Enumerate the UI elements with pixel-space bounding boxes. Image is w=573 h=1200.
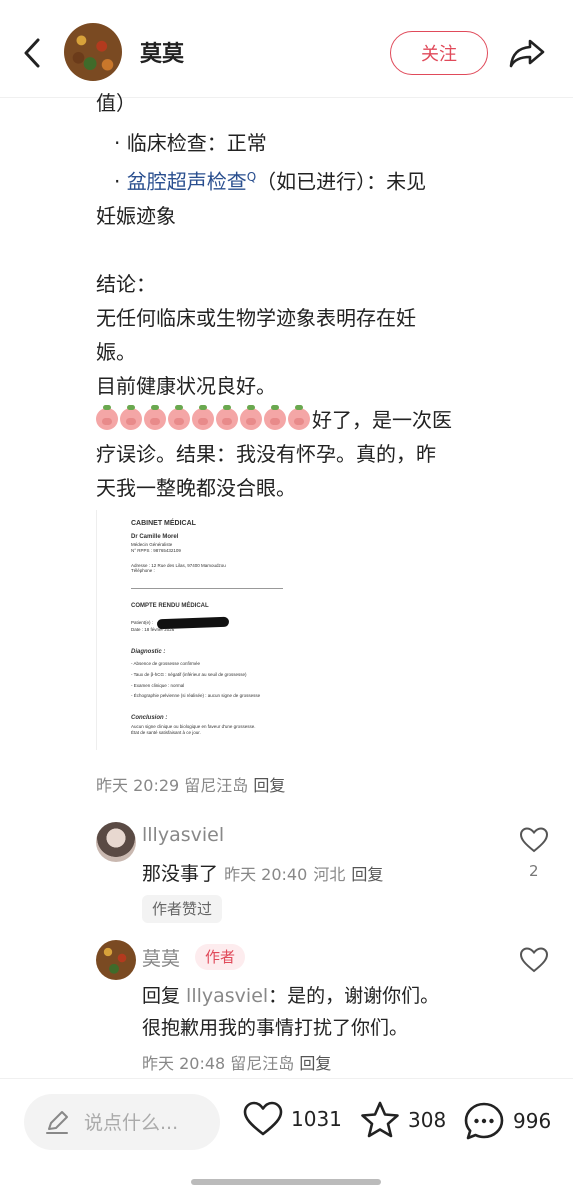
comment-time: 昨天 20:48 (142, 1054, 226, 1073)
post-line: 妊娠迹象 (96, 203, 176, 228)
search-link[interactable]: 盆腔超声检查 (127, 170, 247, 194)
author-badge: 作者 (195, 944, 246, 970)
comment-text-line2: 很抱歉用我的事情打扰了你们。 (142, 1017, 409, 1039)
comment-input-placeholder: 说点什么... (84, 1112, 179, 1134)
doc-address: Adresse : 12 Rue des Lilas, 97400 Mamoud… (131, 563, 331, 573)
comment-time: 昨天 20:40 (224, 865, 308, 884)
pig-emoji-icon (96, 404, 118, 430)
comment-reply-link[interactable]: 回复 (351, 865, 383, 884)
pig-emoji-icon (120, 404, 142, 430)
like-button[interactable]: 1031 (243, 1101, 342, 1137)
comment-text: 那没事了 昨天 20:40 河北 回复 (142, 858, 383, 891)
comment-body: 那没事了 (142, 863, 219, 885)
post-line: 娠。 (96, 339, 136, 364)
doc-phone: Téléphone : (131, 568, 155, 573)
doc-conclusion-text: Aucun signe clinique ou biologique en fa… (131, 724, 256, 729)
commenter-name[interactable]: lllyasviel (142, 824, 224, 846)
collect-button[interactable]: 308 (360, 1101, 446, 1139)
pig-emoji-icon (192, 404, 214, 430)
search-icon[interactable]: Q (247, 170, 256, 184)
comment-bubble-icon (464, 1102, 504, 1140)
reply-prefix: 回复 (142, 985, 187, 1007)
comment-text: 回复 lllyasviel：是的，谢谢你们。 (142, 980, 439, 1012)
pen-icon (46, 1111, 68, 1134)
comment-location: 河北 (313, 865, 346, 884)
home-indicator[interactable] (191, 1179, 381, 1185)
doc-cabinet: CABINET MÉDICAL (131, 520, 196, 527)
post-line: 无任何临床或生物学迹象表明存在妊 (96, 305, 416, 330)
post-bullet: · 临床检查：正常 (114, 131, 267, 155)
comment-body: ：是的，谢谢你们。 (268, 985, 440, 1007)
mention-link[interactable]: lllyasviel (186, 985, 268, 1007)
like-count: 1031 (291, 1107, 342, 1131)
comment-like-heart-icon[interactable] (519, 826, 549, 854)
pig-emoji-icon (240, 404, 262, 430)
post-line: 目前健康状况良好。 (96, 373, 276, 398)
commenter-name[interactable]: 莫莫 (142, 944, 180, 971)
doc-item: - Taux de β-hCG : négatif (inférieur au … (131, 672, 247, 677)
share-icon[interactable] (508, 36, 546, 70)
bullet-text: （如已进行）：未见 (256, 169, 427, 194)
reaction-text: 好了，是一次医 (312, 407, 452, 432)
pig-emoji-icon (168, 404, 190, 430)
pig-emoji-icon (288, 404, 310, 430)
medical-report-image[interactable]: CABINET MÉDICAL Dr Camille Morel Médecin… (96, 510, 368, 750)
post-time: 昨天 20:29 (96, 776, 180, 795)
author-name[interactable]: 莫莫 (140, 36, 184, 68)
comment-location: 留尼汪岛 (230, 1054, 295, 1073)
comment-like-heart-icon[interactable] (519, 946, 549, 974)
doc-conclusion: Conclusion : (131, 715, 168, 721)
doc-date: Date : 18 février 2026 (131, 627, 175, 632)
post-line: 疗误诊。结果：我没有怀孕。真的，昨 (96, 441, 436, 466)
post-location: 留尼汪岛 (184, 776, 249, 795)
post-line: 天我一整晚都没合眼。 (96, 475, 296, 500)
star-icon (361, 1101, 399, 1138)
heart-icon (243, 1101, 283, 1136)
doc-conclusion-text: État de santé satisfaisant à ce jour. (131, 730, 201, 735)
doc-patient: Patient(e) : (131, 620, 154, 625)
doc-item: - Examen clinique : normal (131, 683, 185, 688)
bullet-prefix: · (114, 169, 127, 194)
doc-item: - Échographie pelvienne (si réalisée) : … (131, 693, 261, 698)
doc-rpps: N° RPPS : 98765432109 (131, 548, 181, 553)
doc-diagnostic: Diagnostic : (131, 649, 166, 655)
doc-divider (131, 588, 283, 589)
author-liked-badge: 作者赞过 (142, 895, 223, 923)
follow-button[interactable]: 关注 (390, 31, 488, 75)
comment-meta: 昨天 20:48 留尼汪岛 回复 (142, 1050, 331, 1074)
collect-count: 308 (408, 1108, 447, 1132)
doc-item: - Absence de grossesse confirmée (131, 661, 201, 666)
pig-emoji-icon (144, 404, 166, 430)
bottom-action-bar: 说点什么... 1031 308 996 (0, 1078, 573, 1200)
conclusion-heading: 结论： (96, 271, 156, 296)
comment-count: 996 (513, 1109, 552, 1133)
post-body: 值） · 临床检查：正常 · 盆腔超声检查Q（如已进行）：未见 妊娠迹象 结论：… (96, 92, 536, 505)
doc-specialty: Médecin Généraliste (131, 542, 173, 547)
post-bullet: · 盆腔超声检查Q（如已进行）：未见 (96, 160, 536, 199)
pig-emoji-icon (264, 404, 286, 430)
doc-doctor: Dr Camille Morel (131, 534, 179, 540)
post-reply-link[interactable]: 回复 (253, 776, 285, 795)
back-arrow-icon[interactable] (18, 36, 48, 70)
pig-emoji-icon (216, 404, 238, 430)
comment-input[interactable]: 说点什么... (24, 1094, 220, 1150)
comment-like-count: 2 (529, 862, 539, 880)
post-line: 好了，是一次医 (96, 403, 536, 437)
comment-reply-link[interactable]: 回复 (299, 1054, 331, 1073)
doc-report-title: COMPTE RENDU MÉDICAL (131, 603, 209, 609)
post-meta: 昨天 20:29 留尼汪岛 回复 (96, 772, 285, 796)
author-avatar[interactable] (64, 23, 122, 81)
comment-button[interactable]: 996 (463, 1101, 551, 1141)
post-line: 值） (96, 92, 136, 115)
top-bar: 莫莫 关注 (0, 0, 573, 98)
commenter-avatar[interactable] (96, 940, 136, 980)
commenter-avatar[interactable] (96, 822, 136, 862)
